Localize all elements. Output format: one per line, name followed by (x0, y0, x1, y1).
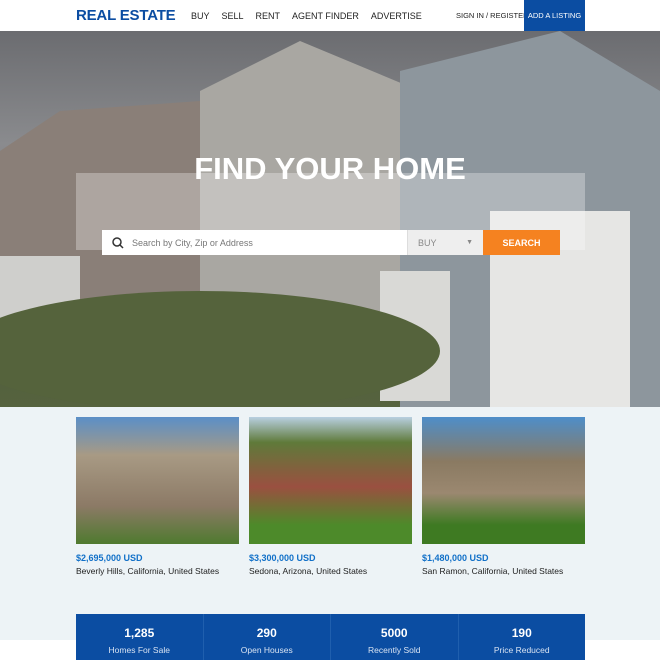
stat-open-houses: 290 Open Houses (204, 614, 331, 660)
listing-location: Sedona, Arizona, United States (249, 566, 368, 576)
listing-card[interactable]: $2,695,000 USD Beverly Hills, California… (76, 417, 239, 576)
listing-type-select[interactable]: BUY ▼ (407, 230, 483, 255)
listing-price: $2,695,000 USD (76, 553, 143, 563)
chevron-down-icon: ▼ (466, 239, 473, 246)
stat-value: 290 (256, 626, 277, 640)
listing-photo[interactable] (76, 417, 239, 544)
stat-value: 190 (511, 626, 532, 640)
listing-price: $1,480,000 USD (422, 553, 489, 563)
stat-label: Homes For Sale (108, 645, 170, 655)
listing-photo[interactable] (249, 417, 412, 544)
search-placeholder: Search by City, Zip or Address (132, 237, 253, 248)
stat-label: Recently Sold (368, 645, 421, 655)
stat-recently-sold: 5000 Recently Sold (331, 614, 459, 660)
nav-sell[interactable]: SELL (222, 11, 244, 21)
sign-in-link[interactable]: SIGN IN / REGISTER (456, 11, 529, 20)
logo[interactable]: REAL ESTATE (76, 7, 176, 24)
search-input[interactable]: Search by City, Zip or Address (102, 230, 407, 255)
top-nav: REAL ESTATE BUY SELL RENT AGENT FINDER A… (0, 0, 660, 31)
stat-homes-for-sale: 1,285 Homes For Sale (76, 614, 204, 660)
main-menu: BUY SELL RENT AGENT FINDER ADVERTISE (191, 11, 422, 21)
search-icon (112, 236, 124, 249)
listing-photo[interactable] (422, 417, 585, 544)
listing-location: San Ramon, California, United States (422, 566, 564, 576)
nav-rent[interactable]: RENT (256, 11, 281, 21)
listing-card[interactable]: $1,480,000 USD San Ramon, California, Un… (422, 417, 585, 576)
select-value: BUY (418, 237, 437, 248)
stat-value: 5000 (380, 626, 408, 640)
search-button[interactable]: SEARCH (483, 230, 560, 255)
add-listing-button[interactable]: ADD A LISTING (524, 0, 585, 31)
nav-agent-finder[interactable]: AGENT FINDER (292, 11, 359, 21)
featured-listings: $2,695,000 USD Beverly Hills, California… (0, 407, 660, 640)
stat-price-reduced: 190 Price Reduced (459, 614, 586, 660)
listing-price: $3,300,000 USD (249, 553, 316, 563)
nav-buy[interactable]: BUY (191, 11, 210, 21)
stat-value: 1,285 (124, 626, 155, 640)
listing-card[interactable]: $3,300,000 USD Sedona, Arizona, United S… (249, 417, 412, 576)
nav-advertise[interactable]: ADVERTISE (371, 11, 422, 21)
stat-label: Price Reduced (493, 645, 550, 655)
stats-bar: 1,285 Homes For Sale 290 Open Houses 5000 R… (76, 614, 585, 660)
listing-location: Beverly Hills, California, United States (76, 566, 220, 576)
stat-label: Open Houses (240, 645, 293, 655)
